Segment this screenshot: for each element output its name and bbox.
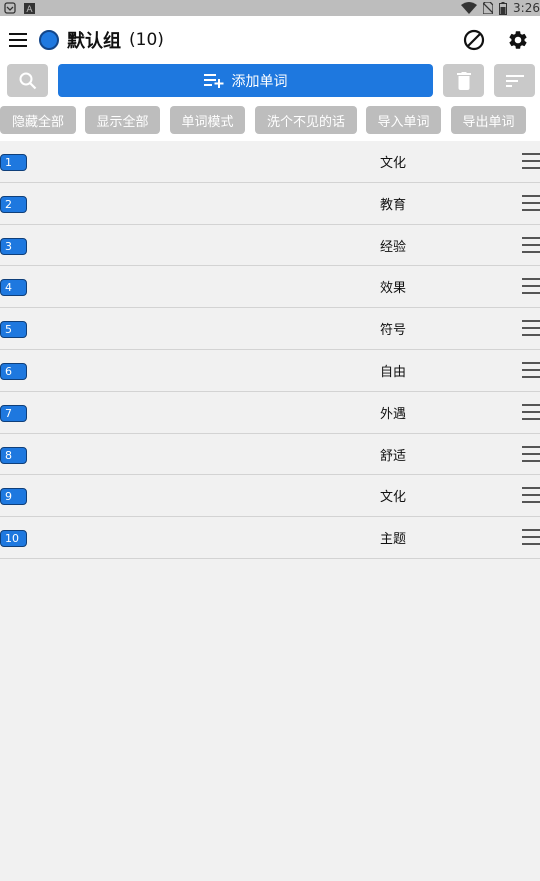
add-word-label: 添加单词 <box>231 73 288 90</box>
list-item[interactable]: 7 外遇 <box>0 391 540 434</box>
search-button[interactable] <box>7 64 48 97</box>
word-count: (10) <box>129 30 164 50</box>
item-number: 9 <box>0 488 27 506</box>
status-time: 3:26 <box>513 1 540 15</box>
drag-handle-icon[interactable] <box>522 361 540 378</box>
notification-icon <box>4 2 16 14</box>
list-item[interactable]: 6 自由 <box>0 349 540 392</box>
item-word: 主题 <box>380 532 407 548</box>
action-chips: 隐藏全部 显示全部 单词模式 洗个不见的话 导入单词 导出单词 <box>0 104 540 142</box>
group-color-dot[interactable] <box>39 30 59 50</box>
word-list: 1 文化 2 教育 3 经验 4 效果 5 符号 6 自由 7 外遇 8 舒适 … <box>0 141 540 559</box>
no-sim-icon <box>483 2 494 14</box>
trash-icon <box>456 71 471 90</box>
drag-handle-icon[interactable] <box>522 445 540 462</box>
item-word: 文化 <box>380 490 407 506</box>
wifi-icon <box>461 2 478 14</box>
menu-button[interactable] <box>0 16 36 64</box>
item-word: 教育 <box>380 197 407 213</box>
list-item[interactable]: 3 经验 <box>0 224 540 267</box>
sort-icon <box>505 74 524 87</box>
item-number: 2 <box>0 195 27 213</box>
list-item[interactable]: 8 舒适 <box>0 433 540 476</box>
shuffle-chip[interactable]: 洗个不见的话 <box>255 106 357 134</box>
status-bar: A 3:26 <box>0 0 540 16</box>
item-number: 8 <box>0 446 27 464</box>
app-bar: 默认组 (10) <box>0 16 540 64</box>
item-number: 4 <box>0 279 27 297</box>
item-number: 7 <box>0 404 27 422</box>
import-words-chip[interactable]: 导入单词 <box>366 106 441 134</box>
hide-all-chip[interactable]: 隐藏全部 <box>0 106 76 134</box>
playlist-add-icon <box>203 73 223 88</box>
list-item[interactable]: 5 符号 <box>0 308 540 350</box>
drag-handle-icon[interactable] <box>522 487 540 504</box>
toolbar: 添加单词 <box>0 64 540 104</box>
list-item[interactable]: 2 教育 <box>0 182 540 225</box>
list-item[interactable]: 9 文化 <box>0 475 540 518</box>
drag-handle-icon[interactable] <box>522 153 540 169</box>
drag-handle-icon[interactable] <box>522 529 540 546</box>
menu-icon <box>9 33 27 47</box>
item-word: 效果 <box>380 281 407 297</box>
svg-text:A: A <box>26 5 33 14</box>
item-number: 5 <box>0 321 27 339</box>
item-word: 符号 <box>380 323 407 339</box>
drag-handle-icon[interactable] <box>522 236 540 253</box>
block-button[interactable] <box>452 16 496 64</box>
a-icon: A <box>24 2 35 14</box>
show-all-chip[interactable]: 显示全部 <box>85 106 160 134</box>
drag-handle-icon[interactable] <box>522 403 540 420</box>
battery-icon <box>499 1 508 15</box>
item-number: 6 <box>0 362 27 380</box>
drag-handle-icon[interactable] <box>522 278 540 295</box>
item-number: 3 <box>0 237 27 255</box>
list-item[interactable]: 4 效果 <box>0 266 540 309</box>
export-words-chip[interactable]: 导出单词 <box>451 106 526 134</box>
item-number: 1 <box>0 154 27 171</box>
word-mode-chip[interactable]: 单词模式 <box>170 106 245 134</box>
item-word: 经验 <box>380 239 407 255</box>
item-word: 自由 <box>380 364 407 380</box>
list-item[interactable]: 1 文化 <box>0 141 540 183</box>
list-item[interactable]: 10 主题 <box>0 517 540 559</box>
item-number: 10 <box>0 530 27 548</box>
settings-button[interactable] <box>496 16 540 64</box>
sort-button[interactable] <box>494 64 535 97</box>
item-word: 文化 <box>380 156 407 171</box>
item-word: 外遇 <box>380 406 407 422</box>
item-word: 舒适 <box>380 448 407 464</box>
page-title: 默认组 <box>67 31 121 52</box>
add-word-button[interactable]: 添加单词 <box>58 64 433 97</box>
drag-handle-icon[interactable] <box>522 194 540 211</box>
drag-handle-icon[interactable] <box>522 320 540 337</box>
block-icon <box>463 29 485 51</box>
search-icon <box>19 72 36 89</box>
gear-icon <box>509 31 527 49</box>
delete-button[interactable] <box>443 64 484 97</box>
